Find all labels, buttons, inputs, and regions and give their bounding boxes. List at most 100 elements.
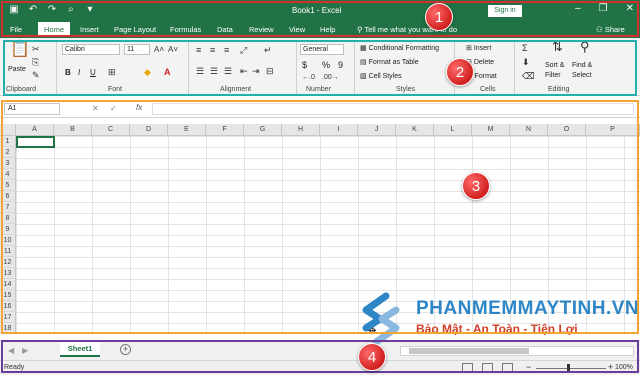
row-header[interactable]: 9	[0, 224, 16, 235]
share-button[interactable]: ⚇ Share	[596, 25, 625, 34]
increase-indent-icon[interactable]: ⇥	[252, 66, 260, 76]
print-preview-icon[interactable]: ⌕	[65, 4, 77, 15]
tab-formulas[interactable]: Formulas	[170, 25, 201, 34]
cell-styles-button[interactable]: ▧ Cell Styles	[360, 72, 402, 80]
paste-button[interactable]: Paste	[8, 66, 26, 73]
undo-icon[interactable]: ↶	[27, 4, 39, 15]
copy-icon[interactable]: ⎘	[32, 57, 39, 67]
sort-filter-icon[interactable]: ⇅	[552, 40, 563, 53]
column-header[interactable]: P	[586, 124, 640, 136]
find-select-button-line2[interactable]: Select	[572, 72, 591, 79]
zoom-out-icon[interactable]: −	[526, 362, 531, 372]
cancel-icon[interactable]: ✕	[92, 104, 99, 113]
zoom-in-icon[interactable]: +	[608, 362, 613, 372]
zoom-slider[interactable]	[536, 368, 606, 369]
prev-sheet-icon[interactable]: ◀	[8, 346, 14, 355]
column-header[interactable]: N	[510, 124, 548, 136]
row-header[interactable]: 7	[0, 202, 16, 213]
bold-button[interactable]: B	[65, 68, 71, 77]
row-header[interactable]: 5	[0, 180, 16, 191]
row-header[interactable]: 10	[0, 235, 16, 246]
column-header[interactable]: J	[358, 124, 396, 136]
align-top-icon[interactable]: ≡	[196, 45, 201, 55]
column-header[interactable]: B	[54, 124, 92, 136]
row-header[interactable]: 4	[0, 169, 16, 180]
row-header[interactable]: 14	[0, 279, 16, 290]
align-right-icon[interactable]: ☰	[224, 66, 232, 76]
font-family-select[interactable]: Calibri	[62, 44, 120, 55]
align-bottom-icon[interactable]: ≡	[224, 45, 229, 55]
tab-review[interactable]: Review	[249, 25, 274, 34]
column-header[interactable]: O	[548, 124, 586, 136]
column-header[interactable]: H	[282, 124, 320, 136]
align-middle-icon[interactable]: ≡	[210, 45, 215, 55]
save-icon[interactable]: ▣	[8, 4, 20, 15]
column-header[interactable]: M	[472, 124, 510, 136]
format-as-table-button[interactable]: ▤ Format as Table	[360, 58, 419, 66]
formula-input[interactable]	[152, 103, 634, 115]
zoom-slider-thumb[interactable]	[567, 364, 570, 373]
merge-center-icon[interactable]: ⊟	[266, 66, 274, 76]
sheet-tab-sheet1[interactable]: Sheet1	[60, 341, 100, 357]
underline-button[interactable]: U	[90, 68, 96, 77]
tab-view[interactable]: View	[289, 25, 305, 34]
row-header[interactable]: 12	[0, 257, 16, 268]
tab-data[interactable]: Data	[217, 25, 233, 34]
redo-icon[interactable]: ↷	[46, 4, 58, 15]
decrease-indent-icon[interactable]: ⇤	[240, 66, 248, 76]
clear-icon[interactable]: ⌫	[522, 71, 535, 81]
minimize-icon[interactable]: –	[575, 3, 581, 14]
find-select-button[interactable]: Find &	[572, 62, 592, 69]
row-header[interactable]: 3	[0, 158, 16, 169]
tab-page-layout[interactable]: Page Layout	[114, 25, 156, 34]
row-header[interactable]: 2	[0, 147, 16, 158]
sort-filter-button-line2[interactable]: Filter	[545, 72, 561, 79]
column-header[interactable]: K	[396, 124, 434, 136]
number-format-select[interactable]: General	[300, 44, 344, 55]
column-header[interactable]: L	[434, 124, 472, 136]
select-all-corner[interactable]	[0, 124, 16, 136]
row-header[interactable]: 1	[0, 136, 16, 147]
insert-cells-button[interactable]: ⊞ Insert	[466, 44, 491, 52]
column-header[interactable]: F	[206, 124, 244, 136]
align-center-icon[interactable]: ☰	[210, 66, 218, 76]
name-box[interactable]: A1	[4, 103, 60, 115]
row-header[interactable]: 17	[0, 312, 16, 323]
grow-font-icon[interactable]: A˄	[154, 45, 164, 55]
currency-button[interactable]: $	[302, 60, 307, 70]
sign-in-button[interactable]: Sign in	[488, 5, 522, 17]
row-header[interactable]: 18	[0, 323, 16, 334]
find-select-icon[interactable]: ⚲	[580, 40, 590, 53]
next-sheet-icon[interactable]: ▶	[22, 346, 28, 355]
active-cell-a1[interactable]	[16, 136, 55, 148]
fill-icon[interactable]: ⬇	[522, 57, 530, 67]
enter-icon[interactable]: ✓	[110, 104, 117, 113]
column-header[interactable]: A	[16, 124, 54, 136]
wrap-text-icon[interactable]: ↵	[264, 45, 272, 55]
tab-home[interactable]: Home	[38, 22, 71, 38]
page-layout-view-icon[interactable]	[482, 363, 493, 372]
restore-icon[interactable]: ❐	[599, 3, 608, 14]
customize-icon[interactable]: ▾	[84, 4, 96, 15]
row-header[interactable]: 15	[0, 290, 16, 301]
autosum-icon[interactable]: Σ	[522, 43, 528, 53]
comma-button[interactable]: 9	[338, 60, 343, 70]
column-header[interactable]: I	[320, 124, 358, 136]
normal-view-icon[interactable]	[462, 363, 473, 372]
insert-function-button[interactable]: fx	[136, 103, 142, 112]
sort-filter-button[interactable]: Sort &	[545, 62, 564, 69]
page-break-view-icon[interactable]	[502, 363, 513, 372]
row-header[interactable]: 13	[0, 268, 16, 279]
fill-color-icon[interactable]: ◆	[144, 67, 151, 77]
borders-icon[interactable]: ⊞	[108, 67, 116, 77]
percent-button[interactable]: %	[322, 60, 330, 70]
italic-button[interactable]: I	[78, 68, 80, 77]
row-header[interactable]: 11	[0, 246, 16, 257]
font-size-select[interactable]: 11	[124, 44, 150, 55]
column-header[interactable]: E	[168, 124, 206, 136]
row-header[interactable]: 16	[0, 301, 16, 312]
tab-help[interactable]: Help	[320, 25, 335, 34]
row-header[interactable]: 6	[0, 191, 16, 202]
add-sheet-icon[interactable]: +	[120, 344, 131, 355]
conditional-formatting-button[interactable]: ▦ Conditional Formatting	[360, 44, 439, 52]
